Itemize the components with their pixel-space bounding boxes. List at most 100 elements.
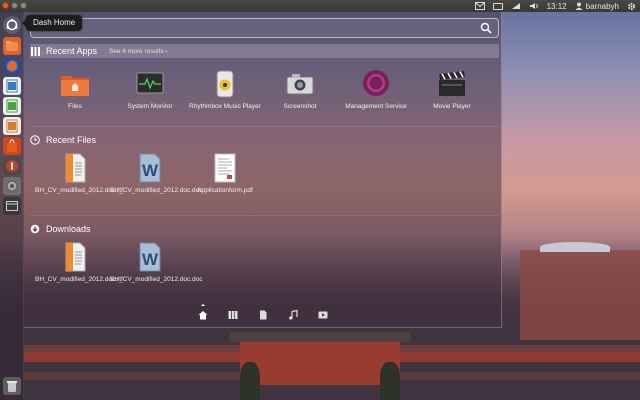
shopping-bag-icon — [7, 139, 17, 152]
network-icon — [511, 3, 520, 9]
launcher-ubuntu-one[interactable] — [3, 157, 21, 175]
word-document-icon: W — [139, 153, 161, 183]
downloads-title: Downloads — [46, 224, 91, 234]
top-panel: 13:12 barnabyh — [0, 0, 640, 12]
launcher-impress[interactable] — [3, 117, 21, 135]
section-divider — [30, 126, 499, 127]
home-lens-icon — [198, 311, 208, 320]
rtf-document-icon — [65, 242, 86, 272]
rtf-document-icon — [65, 153, 86, 183]
app-tile-screenshot[interactable]: Screenshot — [260, 68, 340, 111]
pdf-document-icon — [214, 153, 236, 183]
launcher-software-center[interactable] — [3, 137, 21, 155]
download-tile-cv-rtf[interactable]: BH_CV_modified_2012.doc.rtf — [35, 241, 123, 284]
wallpaper-buildings — [520, 250, 640, 340]
gear-icon — [627, 2, 636, 10]
user-menu[interactable]: barnabyh — [575, 2, 619, 11]
files-icon — [61, 76, 89, 96]
battery-icon — [492, 2, 503, 10]
wallpaper-tree — [380, 362, 400, 400]
launcher-trash[interactable] — [3, 377, 21, 395]
sound-indicator[interactable] — [529, 2, 539, 10]
wallpaper-dome — [540, 242, 610, 252]
wallpaper-tree — [240, 362, 260, 400]
maximize-window-icon[interactable] — [20, 2, 27, 9]
word-document-icon: W — [139, 242, 161, 272]
management-service-icon — [363, 70, 389, 96]
files-category-icon — [30, 135, 40, 145]
app-tile-rhythmbox[interactable]: Rhythmbox Music Player — [185, 68, 265, 111]
lens-files[interactable] — [257, 309, 269, 321]
movie-player-icon — [439, 71, 465, 96]
apps-category-icon — [30, 46, 40, 56]
download-tile-cv-doc[interactable]: W BH_CV_modified_2012.doc.doc — [110, 241, 203, 284]
dash-home-tooltip: Dash Home — [21, 15, 83, 31]
session-menu[interactable] — [627, 2, 636, 11]
mail-icon — [474, 2, 485, 10]
app-tile-files[interactable]: Files — [35, 68, 115, 111]
applications-lens-icon — [228, 311, 238, 319]
recent-files-header[interactable]: Recent Files — [30, 133, 499, 147]
user-name: barnabyh — [585, 1, 619, 11]
downloads-category-icon — [30, 224, 40, 234]
dash-search-input[interactable] — [37, 21, 477, 35]
app-tile-system-monitor[interactable]: System Monitor — [110, 68, 190, 111]
dash-search-box[interactable] — [30, 18, 499, 38]
volume-icon — [529, 3, 538, 9]
libreoffice-impress-icon — [6, 119, 18, 133]
lens-video[interactable] — [317, 309, 329, 321]
launcher-system-settings[interactable] — [3, 177, 21, 195]
recent-files-title: Recent Files — [46, 135, 97, 145]
dash-overlay: Recent Apps See 6 more results › Files S… — [24, 12, 502, 328]
folder-icon — [6, 41, 18, 51]
settings-icon — [6, 180, 18, 192]
wallpaper-gate — [240, 340, 400, 385]
app-tile-management-service[interactable]: Management Service — [336, 68, 416, 111]
minimize-window-icon[interactable] — [11, 2, 18, 9]
launcher-calc[interactable] — [3, 97, 21, 115]
launcher-files[interactable] — [3, 37, 21, 55]
lens-bar — [24, 304, 502, 326]
app-tile-movie-player[interactable]: Movie Player — [412, 68, 492, 111]
file-tile-cv-rtf[interactable]: BH_CV_modified_2012.doc.rtf — [35, 152, 123, 195]
user-icon — [575, 2, 583, 10]
launcher — [0, 12, 24, 400]
close-window-icon[interactable] — [2, 2, 9, 9]
rhythmbox-icon — [216, 70, 234, 98]
file-tile-application-form-pdf[interactable]: Applicationform.pdf — [185, 152, 265, 195]
launcher-firefox[interactable] — [3, 57, 21, 75]
see-more-results-link[interactable]: See 6 more results › — [109, 48, 168, 55]
system-monitor-icon — [136, 72, 164, 95]
mail-indicator[interactable] — [474, 2, 485, 10]
launcher-workspace-switcher[interactable] — [3, 197, 21, 215]
downloads-header[interactable]: Downloads — [30, 222, 499, 236]
trash-icon — [7, 381, 17, 392]
svg-text:W: W — [142, 161, 159, 180]
libreoffice-writer-icon — [6, 79, 18, 93]
screenshot-icon — [286, 74, 314, 95]
section-divider — [30, 215, 499, 216]
battery-indicator[interactable] — [492, 2, 503, 10]
network-indicator[interactable] — [511, 2, 521, 10]
lens-home[interactable] — [197, 304, 209, 321]
clock[interactable]: 13:12 — [547, 2, 567, 11]
ubuntu-one-icon — [6, 160, 18, 172]
lens-music[interactable] — [287, 309, 299, 321]
file-tile-cv-doc[interactable]: W BH_CV_modified_2012.doc.doc — [110, 152, 203, 195]
firefox-icon — [6, 60, 18, 72]
recent-apps-title: Recent Apps — [46, 46, 98, 56]
dash-home-button[interactable] — [3, 16, 21, 34]
ubuntu-logo-icon — [6, 18, 18, 31]
files-lens-icon — [260, 310, 267, 320]
music-lens-icon — [289, 310, 298, 320]
video-lens-icon — [318, 311, 328, 319]
launcher-writer[interactable] — [3, 77, 21, 95]
svg-text:W: W — [142, 250, 159, 269]
libreoffice-calc-icon — [6, 99, 18, 113]
window-controls — [2, 2, 27, 9]
recent-apps-header[interactable]: Recent Apps See 6 more results › — [30, 44, 499, 58]
workspaces-icon — [6, 201, 18, 211]
search-icon — [480, 22, 492, 34]
wallpaper-gate-roof — [230, 332, 410, 342]
lens-applications[interactable] — [227, 309, 239, 321]
